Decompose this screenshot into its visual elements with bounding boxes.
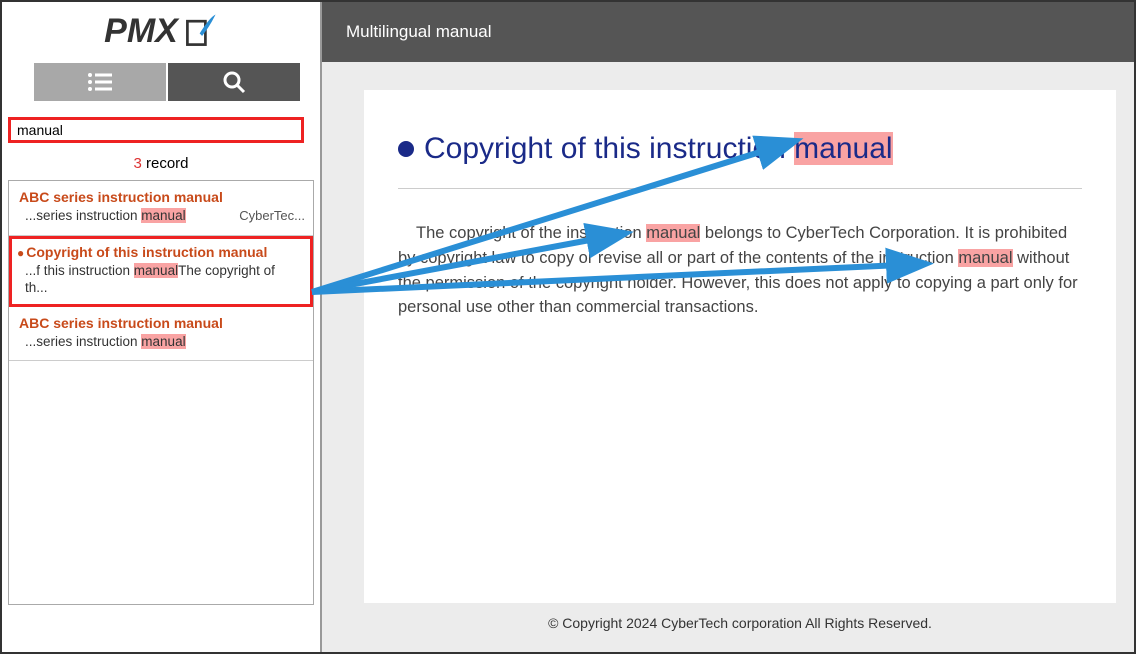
header-bar: Multilingual manual (322, 2, 1134, 62)
header-title: Multilingual manual (346, 22, 492, 42)
result-title: ABC series instruction manual (17, 189, 305, 205)
search-input[interactable] (8, 117, 304, 143)
record-count-number: 3 (133, 155, 141, 172)
tab-search-button[interactable] (168, 63, 300, 101)
content-wrap: Copyright of this instruction manual The… (322, 62, 1134, 652)
result-snippet: ...f this instruction manualThe copyrigh… (25, 262, 305, 297)
highlight: manual (794, 132, 892, 165)
record-count-label: record (142, 155, 189, 172)
logo-area: PMX (2, 2, 320, 57)
sidebar-tabs (2, 57, 320, 107)
search-box-wrap (2, 107, 320, 149)
highlight: manual (958, 249, 1012, 267)
result-item[interactable]: ●Copyright of this instruction manual ..… (9, 236, 313, 307)
result-snippet: ...series instruction manual (25, 333, 305, 351)
document-body: The copyright of the instruction manual … (398, 221, 1082, 320)
result-title: ABC series instruction manual (17, 315, 305, 331)
highlight: manual (134, 263, 178, 278)
document-heading: Copyright of this instruction manual (398, 132, 1082, 189)
highlight: manual (141, 208, 185, 223)
footer: © Copyright 2024 CyberTech corporation A… (364, 603, 1116, 643)
record-count: 3 record (2, 149, 320, 180)
result-item[interactable]: ABC series instruction manual ...series … (9, 307, 313, 362)
heading-dot-icon (398, 141, 414, 157)
highlight: manual (141, 334, 185, 349)
search-results: ABC series instruction manual ...series … (8, 180, 314, 605)
copyright-text: © Copyright 2024 CyberTech corporation A… (548, 615, 932, 631)
feather-document-icon (182, 14, 218, 50)
logo-text: PMX (104, 12, 178, 51)
search-icon (221, 69, 247, 95)
tab-list-button[interactable] (34, 63, 166, 101)
highlight: manual (646, 224, 700, 242)
app-root: PMX 3 record (0, 0, 1136, 654)
result-snippet: ...series instruction manual CyberTec... (25, 207, 305, 225)
sidebar: PMX 3 record (2, 2, 322, 652)
main-panel: Multilingual manual Copyright of this in… (322, 2, 1134, 652)
list-icon (86, 71, 114, 93)
result-meta: CyberTec... (239, 208, 305, 223)
logo: PMX (104, 12, 218, 51)
result-item[interactable]: ABC series instruction manual ...series … (9, 181, 313, 236)
bullet-icon: ● (17, 246, 24, 260)
content-card[interactable]: Copyright of this instruction manual The… (364, 90, 1116, 603)
result-title: ●Copyright of this instruction manual (17, 244, 305, 260)
